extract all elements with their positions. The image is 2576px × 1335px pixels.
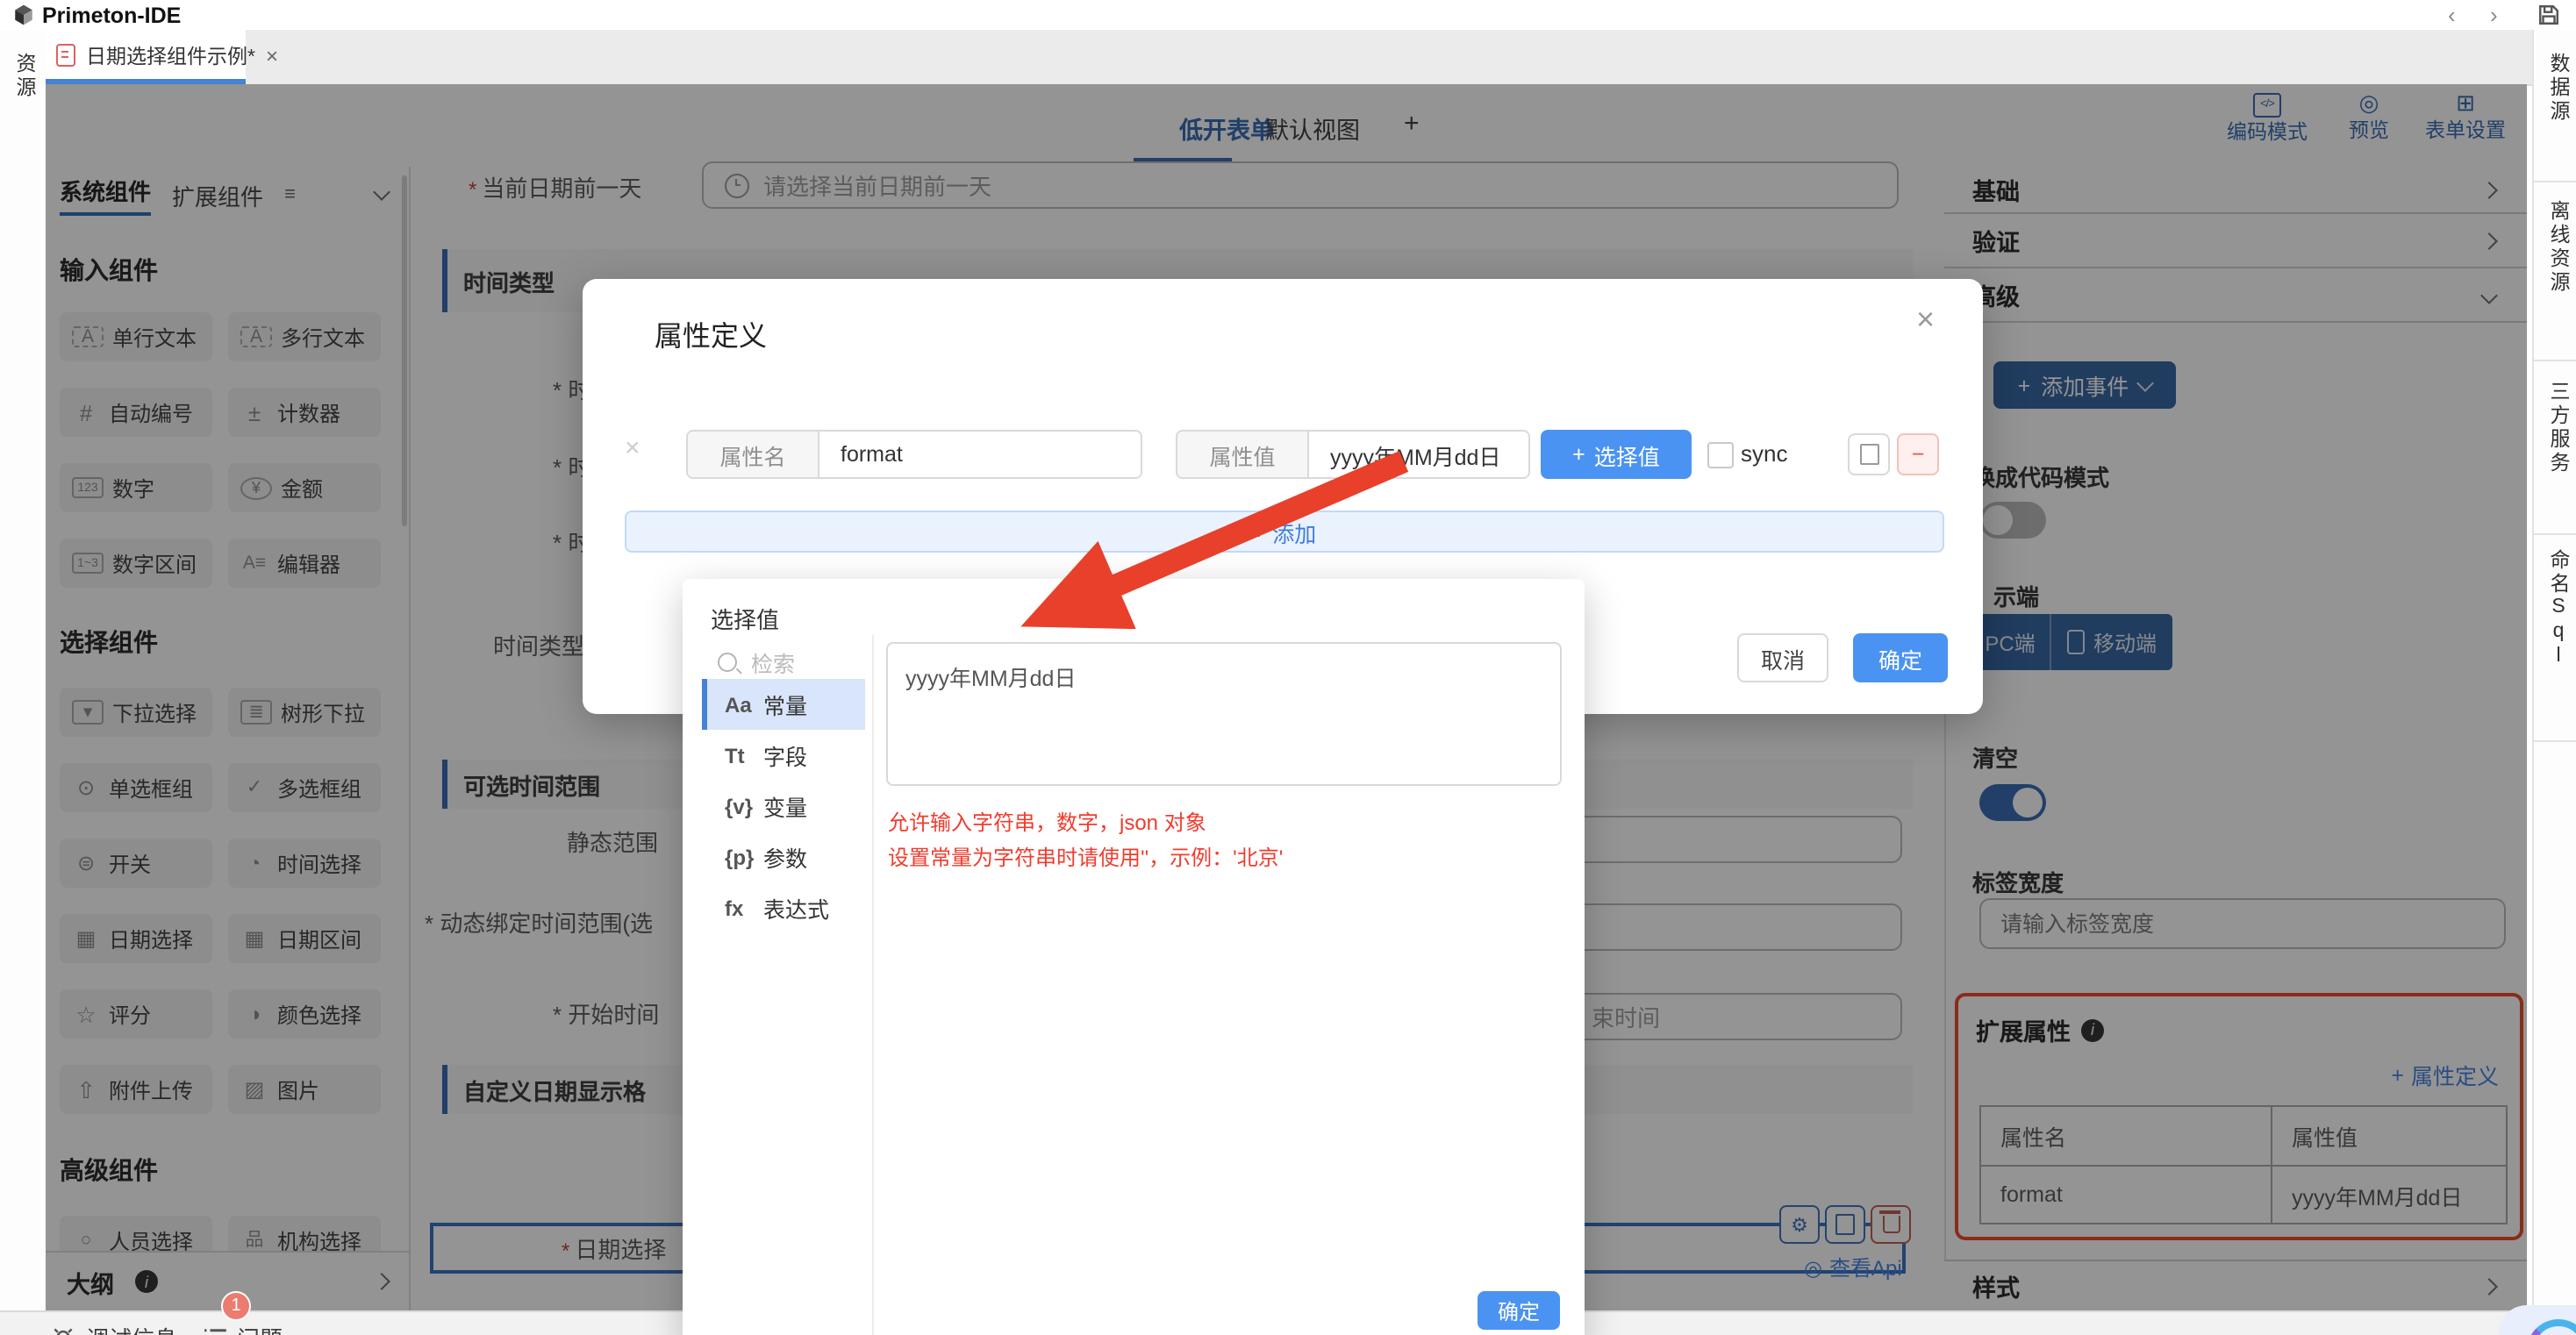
problems-label: 问题 (237, 1321, 283, 1335)
strip-item-offline[interactable]: 离线资源 (2544, 200, 2572, 295)
parameter-type-icon: {p} (725, 845, 763, 869)
modal-ok-button[interactable]: 确定 (1853, 633, 1948, 682)
attr-value-group[interactable]: 属性值 yyyy年MM月dd日 (1176, 430, 1530, 479)
save-icon[interactable] (2537, 4, 2560, 26)
picker-title: 选择值 (711, 602, 779, 635)
right-tools-strip: 数据源 离线资源 三方服务 命名Sql (2532, 30, 2576, 1310)
select-value-dialog: 选择值 检索 Aa 常量 Tt 字段 {v} 变量 {p} 参数 fx 表达式 … (683, 579, 1585, 1335)
strip-item-thirdparty[interactable]: 三方服务 (2544, 381, 2572, 475)
row-remove-button[interactable]: − (1897, 433, 1939, 475)
copy-icon (1859, 444, 1878, 465)
expression-type-icon: fx (725, 896, 763, 920)
strip-divider (2534, 740, 2576, 742)
left-resource-strip: 资源 (0, 30, 47, 1310)
attr-name-value[interactable]: format (819, 432, 1141, 477)
debug-info-button[interactable]: 调试信息 (51, 1321, 177, 1335)
picker-item-field[interactable]: Tt 字段 (702, 730, 865, 781)
plus-icon: + (1253, 519, 1266, 544)
debug-info-label: 调试信息 (86, 1321, 177, 1335)
modal-cancel-button[interactable]: 取消 (1737, 633, 1828, 682)
strip-divider (2534, 181, 2576, 182)
row-copy-button[interactable] (1848, 433, 1890, 475)
strip-item-namedsql[interactable]: 命名Sql (2544, 549, 2572, 670)
list-icon (204, 1328, 226, 1335)
picker-ok-button[interactable]: 确定 (1478, 1291, 1560, 1330)
document-tab-bar (46, 30, 2532, 86)
close-tab-icon[interactable]: × (266, 43, 278, 68)
strip-divider (2534, 533, 2576, 535)
forward-icon[interactable]: › (2490, 4, 2498, 26)
picker-divider (872, 635, 874, 1335)
sync-checkbox[interactable] (1707, 442, 1734, 468)
value-textarea[interactable]: yyyy年MM月dd日 (886, 642, 1562, 786)
app-title: Primeton-IDE (42, 3, 181, 27)
document-tab-title: 日期选择组件示例* (86, 41, 255, 69)
search-placeholder[interactable]: 检索 (751, 646, 795, 679)
attr-value-label: 属性值 (1177, 432, 1309, 477)
drag-handle-icon[interactable]: × (625, 433, 640, 463)
variable-type-icon: {v} (725, 794, 763, 818)
problems-button[interactable]: 问题 (204, 1321, 283, 1335)
back-icon[interactable]: ‹ (2448, 4, 2456, 26)
document-tab[interactable]: 日期选择组件示例* × (46, 30, 246, 81)
document-icon (56, 44, 75, 67)
modal-title: 属性定义 (655, 312, 767, 354)
field-type-icon: Tt (725, 743, 763, 767)
picker-item-constant[interactable]: Aa 常量 (702, 679, 865, 730)
constant-type-icon: Aa (725, 692, 763, 717)
app-window: Primeton-IDE ‹ › 资源 数据源 离线资源 三方服务 命名Sql … (0, 0, 2576, 1335)
strip-divider (2534, 360, 2576, 361)
picker-item-variable[interactable]: {v} 变量 (702, 781, 865, 832)
picker-item-parameter[interactable]: {p} 参数 (702, 832, 865, 882)
picker-item-expression[interactable]: fx 表达式 (702, 882, 865, 933)
add-attr-row-button[interactable]: + 添加 (625, 510, 1944, 553)
minus-icon: − (1912, 442, 1925, 467)
problems-count-badge: 1 (221, 1291, 251, 1321)
value-hint-1: 允许输入字符串，数字，json 对象 (888, 807, 1206, 837)
select-value-button[interactable]: + 选择值 (1541, 430, 1692, 479)
value-hint-2: 设置常量为字符串时请使用''，示例：'北京' (888, 842, 1283, 872)
attr-name-label: 属性名 (688, 432, 819, 477)
resource-strip-label[interactable]: 资源 (11, 53, 39, 100)
attr-value-value[interactable]: yyyy年MM月dd日 (1309, 432, 1528, 477)
modal-close-icon[interactable]: × (1916, 302, 1935, 339)
strip-item-datasource[interactable]: 数据源 (2544, 53, 2572, 124)
search-icon (718, 653, 737, 672)
bug-icon (51, 1326, 75, 1335)
plus-icon: + (1572, 442, 1585, 467)
sync-label: sync (1741, 440, 1787, 467)
attr-name-group[interactable]: 属性名 format (686, 430, 1142, 479)
app-logo-icon (12, 4, 35, 26)
title-bar: Primeton-IDE ‹ › (0, 0, 2576, 32)
